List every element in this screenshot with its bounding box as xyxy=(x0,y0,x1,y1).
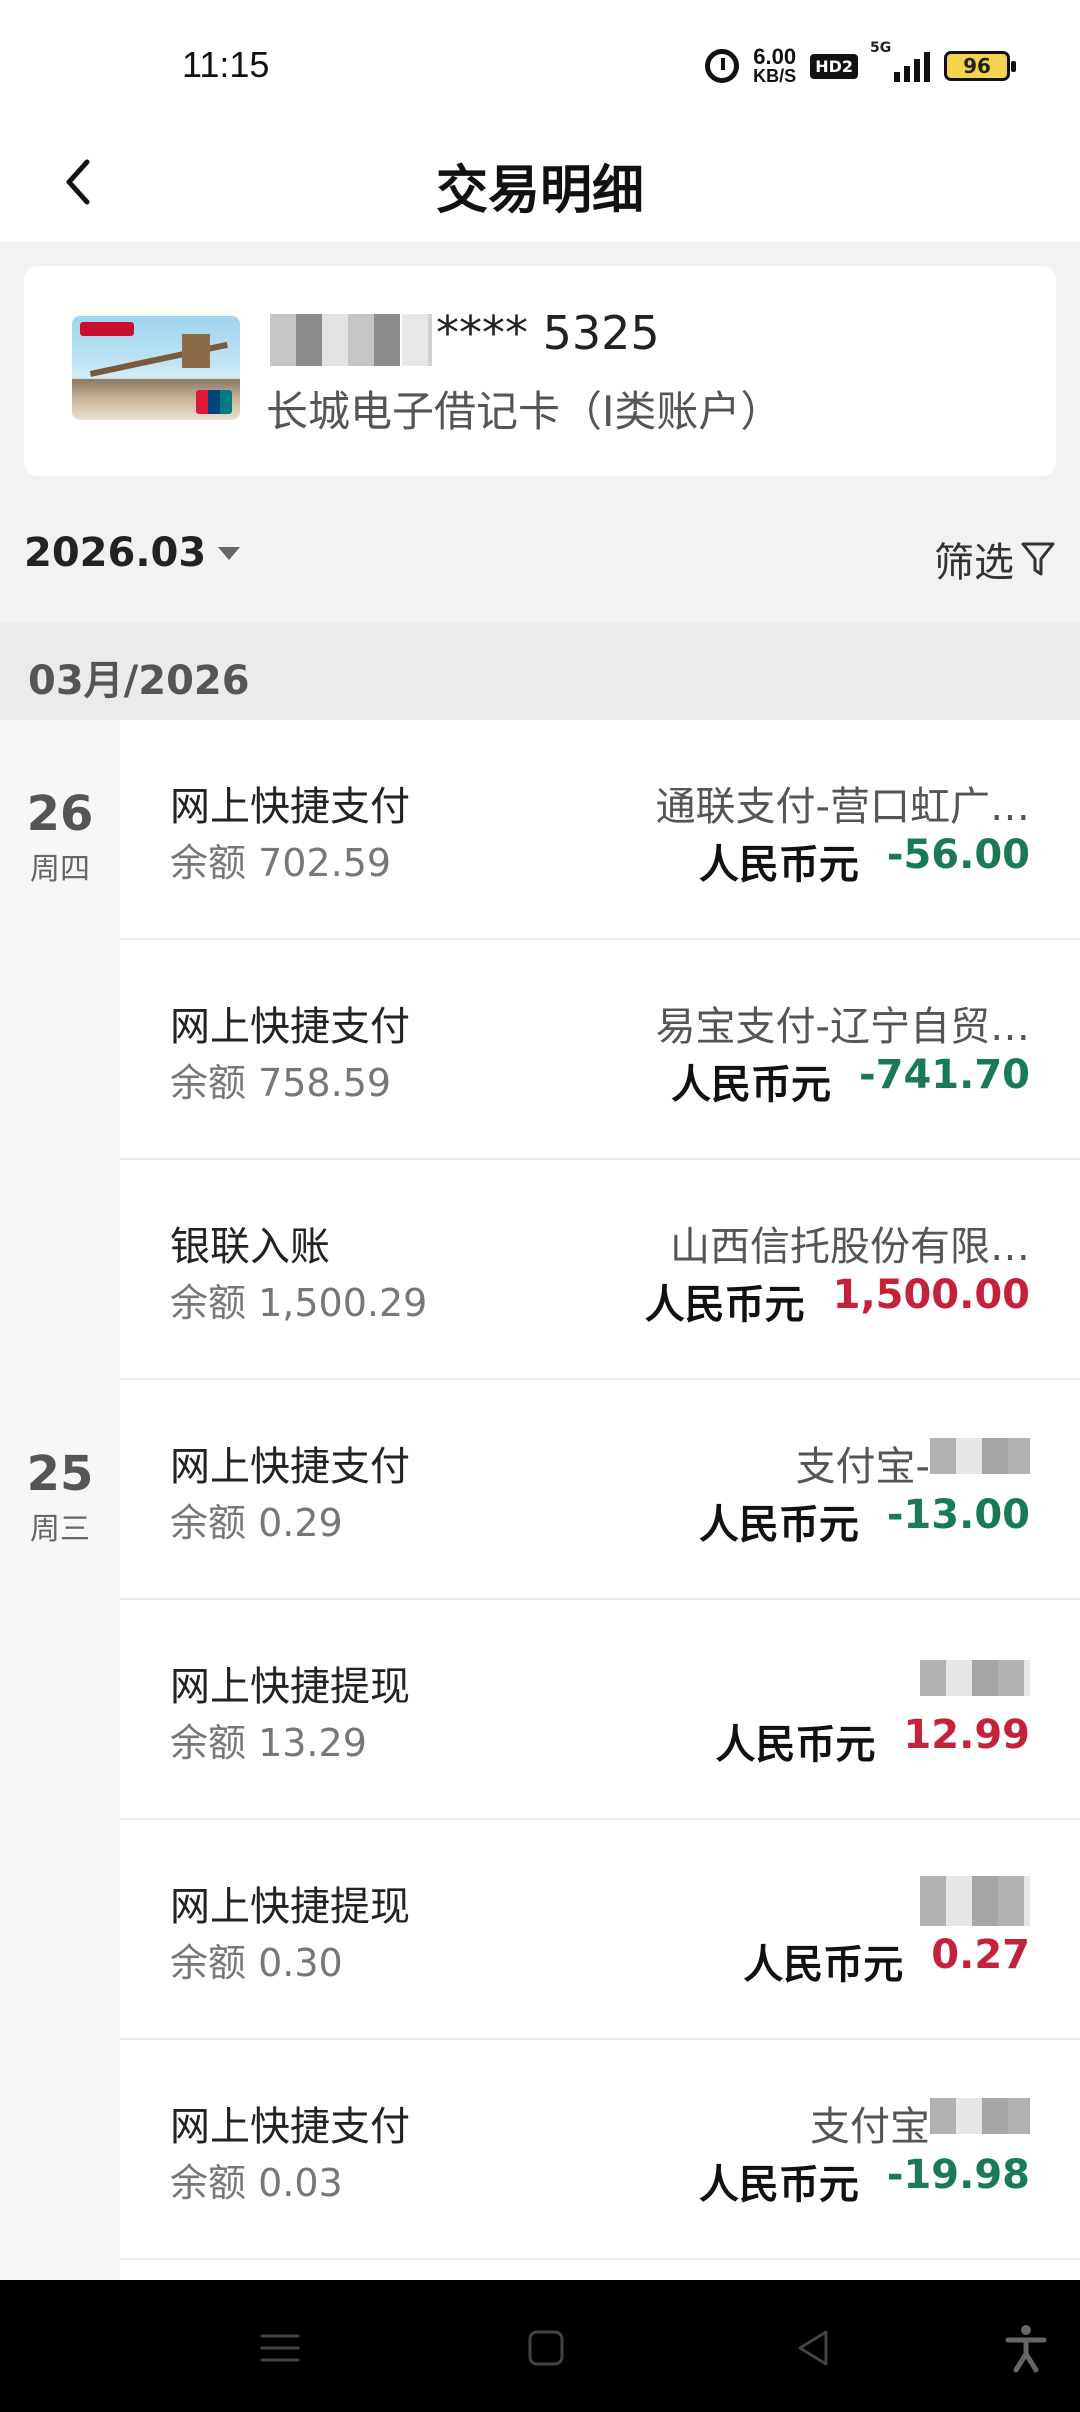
transaction-row[interactable]: 网上快捷支付 余额 0.29 支付宝- 人民币元 -13.00 xyxy=(120,1380,1080,1600)
date-group: 25 周三 xyxy=(0,1446,120,1548)
transaction-amount: -19.98 xyxy=(886,2152,1030,2198)
transaction-balance: 余额 702.59 xyxy=(170,841,392,885)
system-nav-bar xyxy=(0,2280,1080,2412)
transaction-amount-group: 人民币元 -741.70 xyxy=(671,1052,1030,1110)
masked-account-name xyxy=(270,314,400,366)
transaction-amount-group: 人民币元 0.27 xyxy=(743,1932,1030,1990)
network-speed: 6.00 KB/S xyxy=(753,43,797,86)
currency-label: 人民币元 xyxy=(644,1282,805,1328)
month-selector[interactable]: 2026.03 xyxy=(24,530,241,576)
transaction-row[interactable]: 网上快捷支付 余额 702.59 通联支付-营口虹广… 人民币元 -56.00 xyxy=(120,720,1080,940)
date-group: 26 周四 xyxy=(0,786,120,888)
transaction-row[interactable]: 网上快捷支付 余额 0.03 支付宝 人民币元 -19.98 xyxy=(120,2040,1080,2260)
transaction-amount-group: 人民币元 1,500.00 xyxy=(645,1272,1030,1330)
transaction-balance: 余额 13.29 xyxy=(170,1721,367,1765)
signal-icon: 5G xyxy=(870,40,930,82)
transaction-amount-group: 人民币元 12.99 xyxy=(715,1712,1030,1770)
section-label: 03月/2026 xyxy=(28,658,250,704)
status-icons: 6.00 KB/S HD2 5G 96 xyxy=(705,40,1016,88)
menu-icon xyxy=(260,2334,300,2362)
transaction-row[interactable]: 银联入账 余额 1,500.29 山西信托股份有限… 人民币元 1,500.00 xyxy=(120,1160,1080,1380)
currency-label: 人民币元 xyxy=(715,1722,876,1768)
card-type-name: 长城电子借记卡（I类账户） xyxy=(266,387,783,436)
home-square-icon xyxy=(528,2330,564,2366)
transaction-amount-group: 人民币元 -13.00 xyxy=(699,1492,1030,1550)
transaction-balance: 余额 1,500.29 xyxy=(170,1281,428,1325)
transaction-row[interactable]: 网上快捷提现 余额 0.30 人民币元 0.27 xyxy=(120,1820,1080,2040)
transaction-amount-group: 人民币元 -56.00 xyxy=(699,832,1030,890)
status-time: 11:15 xyxy=(182,44,270,85)
transaction-balance: 余额 0.30 xyxy=(170,1941,343,1985)
transaction-type: 网上快捷支付 xyxy=(170,1444,410,1490)
currency-label: 人民币元 xyxy=(698,1502,859,1548)
transaction-counterparty: 支付宝- xyxy=(795,1444,930,1490)
accessibility-icon xyxy=(1005,2325,1047,2373)
redacted-counterparty xyxy=(930,2098,1030,2134)
status-bar: 11:15 6.00 KB/S HD2 5G 96 xyxy=(0,0,1080,130)
home-button[interactable] xyxy=(518,2320,574,2376)
transaction-amount: -56.00 xyxy=(886,832,1030,878)
transaction-amount: -741.70 xyxy=(859,1052,1030,1098)
filter-bar: 2026.03 筛选 xyxy=(0,500,1080,620)
transaction-list: 26 周四 25 周三 网上快捷支付 余额 702.59 通联支付-营口虹广… … xyxy=(0,720,1080,2280)
transaction-type: 网上快捷提现 xyxy=(170,1884,410,1930)
filter-funnel-icon xyxy=(1021,542,1055,576)
transaction-balance: 余额 0.03 xyxy=(170,2161,343,2205)
transaction-type: 网上快捷支付 xyxy=(170,784,410,830)
redacted-counterparty xyxy=(920,1660,1030,1696)
hd-voice-icon: HD2 xyxy=(810,53,858,79)
currency-label: 人民币元 xyxy=(698,842,859,888)
filter-label: 筛选 xyxy=(934,540,1014,586)
currency-label: 人民币元 xyxy=(671,1062,832,1108)
month-section-header: 03月/2026 xyxy=(0,622,1080,720)
transaction-amount: 1,500.00 xyxy=(832,1272,1030,1318)
transaction-amount: 0.27 xyxy=(931,1932,1030,1978)
accessibility-button[interactable] xyxy=(998,2320,1054,2376)
transaction-counterparty: 支付宝 xyxy=(810,2104,930,2150)
date-weekday: 周三 xyxy=(30,1512,90,1547)
transaction-type: 网上快捷支付 xyxy=(170,1004,410,1050)
back-triangle-icon xyxy=(798,2330,828,2366)
currency-label: 人民币元 xyxy=(698,2162,859,2208)
month-label: 2026.03 xyxy=(24,530,207,576)
transaction-counterparty: 通联支付-营口虹广… xyxy=(655,784,1030,830)
transaction-type: 网上快捷提现 xyxy=(170,1664,410,1710)
transaction-type: 银联入账 xyxy=(170,1224,330,1270)
date-column: 26 周四 25 周三 xyxy=(0,720,120,2280)
currency-label: 人民币元 xyxy=(743,1942,904,1988)
redacted-counterparty xyxy=(930,1438,1030,1474)
transaction-balance: 余额 0.29 xyxy=(170,1501,343,1545)
transaction-amount: -13.00 xyxy=(886,1492,1030,1538)
transaction-row[interactable]: 网上快捷支付 余额 758.59 易宝支付-辽宁自贸… 人民币元 -741.70 xyxy=(120,940,1080,1160)
menu-button[interactable] xyxy=(252,2320,308,2376)
app-header: 交易明细 xyxy=(0,130,1080,242)
transaction-balance: 余额 758.59 xyxy=(170,1061,392,1105)
card-number: **** 5325 xyxy=(436,306,660,360)
date-day: 25 xyxy=(26,1446,94,1502)
page-title: 交易明细 xyxy=(435,161,644,221)
transaction-row[interactable]: 网上快捷提现 余额 13.29 人民币元 12.99 xyxy=(120,1600,1080,1820)
alarm-icon xyxy=(705,49,740,83)
filter-button[interactable]: 筛选 xyxy=(934,530,1056,588)
transaction-type: 网上快捷支付 xyxy=(170,2104,410,2150)
redacted-counterparty xyxy=(920,1876,1030,1926)
battery-icon: 96 xyxy=(944,51,1016,81)
caret-down-icon xyxy=(218,546,241,560)
date-day: 26 xyxy=(26,786,94,842)
date-weekday: 周四 xyxy=(30,852,90,887)
transaction-amount: 12.99 xyxy=(903,1712,1030,1758)
transaction-amount-group: 人民币元 -19.98 xyxy=(699,2152,1030,2210)
bank-card-image xyxy=(72,316,240,420)
transaction-counterparty: 山西信托股份有限… xyxy=(670,1224,1030,1270)
back-nav-button[interactable] xyxy=(786,2320,842,2376)
transaction-rows: 网上快捷支付 余额 702.59 通联支付-营口虹广… 人民币元 -56.00 网… xyxy=(120,720,1080,2260)
account-card[interactable]: **** 5325 长城电子借记卡（I类账户） xyxy=(24,266,1056,476)
transaction-counterparty: 易宝支付-辽宁自贸… xyxy=(655,1004,1030,1050)
